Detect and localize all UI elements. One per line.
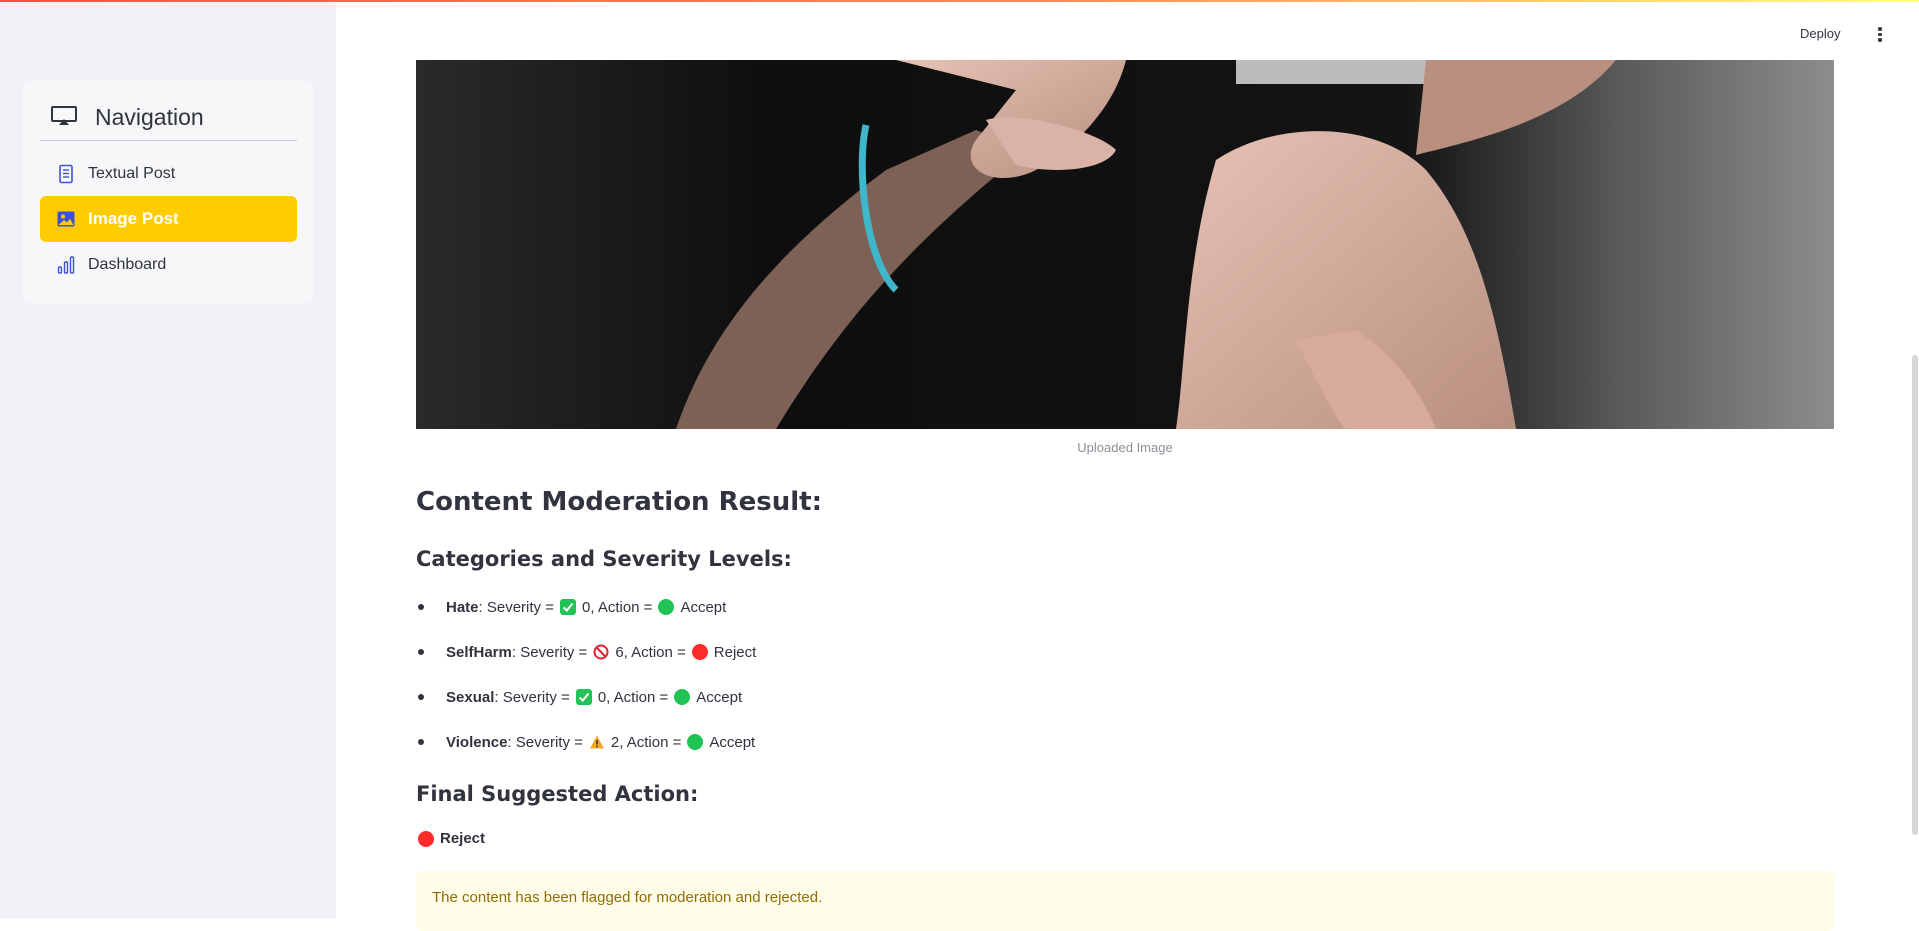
category-name: Violence — [446, 733, 508, 751]
list-item: Violence : Severity = 2 , Action = Accep… — [416, 731, 755, 753]
check-icon — [559, 599, 576, 615]
kebab-menu-icon[interactable] — [1876, 27, 1884, 45]
sidebar-item-textual-post[interactable]: Textual Post — [40, 151, 297, 197]
severity-value: 2 — [610, 733, 620, 751]
bullet — [418, 649, 424, 655]
severity-value: 6 — [615, 643, 624, 661]
severity-label: : Severity = — [494, 688, 570, 706]
severity-value: 0 — [581, 598, 591, 616]
action-value: Reject — [713, 643, 757, 661]
top-decoration-bar — [0, 0, 1919, 2]
deploy-button[interactable]: Deploy — [1800, 26, 1840, 41]
sidebar-item-label: Dashboard — [88, 256, 167, 273]
severity-label: : Severity = — [478, 598, 554, 616]
sidebar-item-label: Textual Post — [88, 165, 176, 182]
uploaded-image-photo — [416, 60, 1834, 429]
scrollbar[interactable] — [1912, 355, 1918, 835]
sidebar-item-dashboard[interactable]: Dashboard — [40, 242, 297, 288]
category-name: Hate — [446, 598, 479, 616]
action-value: Accept — [709, 733, 756, 751]
categories-title: Categories and Severity Levels: — [416, 547, 792, 571]
action-label: , Action = — [623, 643, 686, 661]
bullet — [418, 739, 424, 745]
image-icon — [57, 211, 75, 227]
image-caption: Uploaded Image — [1077, 440, 1173, 455]
category-name: SelfHarm — [446, 643, 512, 661]
check-icon — [575, 689, 592, 705]
navigation-header: Navigation — [40, 99, 297, 141]
navigation-title: Navigation — [95, 104, 204, 130]
uploaded-image — [416, 60, 1834, 429]
action-label: , Action = — [619, 733, 682, 751]
final-action-value: Reject — [440, 830, 486, 847]
green-circle-icon — [658, 599, 675, 615]
severity-value: 0 — [597, 688, 607, 706]
cast-icon — [51, 106, 77, 125]
list-item: SelfHarm : Severity = 6 , Action = Rejec… — [416, 641, 756, 663]
action-label: , Action = — [590, 598, 653, 616]
sidebar-item-image-post[interactable]: Image Post — [40, 196, 297, 242]
action-value: Accept — [696, 688, 743, 706]
action-value: Accept — [680, 598, 727, 616]
red-circle-icon — [691, 644, 708, 660]
action-label: , Action = — [606, 688, 669, 706]
bullet — [418, 694, 424, 700]
category-name: Sexual — [446, 688, 495, 706]
result-title: Content Moderation Result: — [416, 487, 822, 517]
final-action: Reject — [418, 830, 485, 847]
navigation-menu: Navigation Textual Post Image Post Dashb… — [23, 81, 313, 303]
warning-icon — [589, 735, 604, 749]
document-icon — [59, 164, 73, 184]
sidebar: Navigation Textual Post Image Post Dashb… — [0, 0, 336, 918]
final-action-title: Final Suggested Action: — [416, 782, 699, 806]
warning-alert: The content has been flagged for moderat… — [416, 871, 1834, 931]
list-item: Sexual : Severity = 0 , Action = Accept — [416, 686, 742, 708]
alert-text: The content has been flagged for moderat… — [432, 889, 823, 906]
bar-chart-icon — [57, 256, 75, 274]
severity-label: : Severity = — [511, 643, 588, 661]
red-circle-icon — [418, 830, 434, 847]
prohibited-icon — [593, 644, 609, 660]
severity-label: : Severity = — [507, 733, 583, 751]
bullet — [418, 604, 424, 610]
green-circle-icon — [687, 734, 704, 750]
list-item: Hate : Severity = 0 , Action = Accept — [416, 596, 726, 618]
sidebar-item-label: Image Post — [88, 209, 179, 228]
green-circle-icon — [674, 689, 691, 705]
